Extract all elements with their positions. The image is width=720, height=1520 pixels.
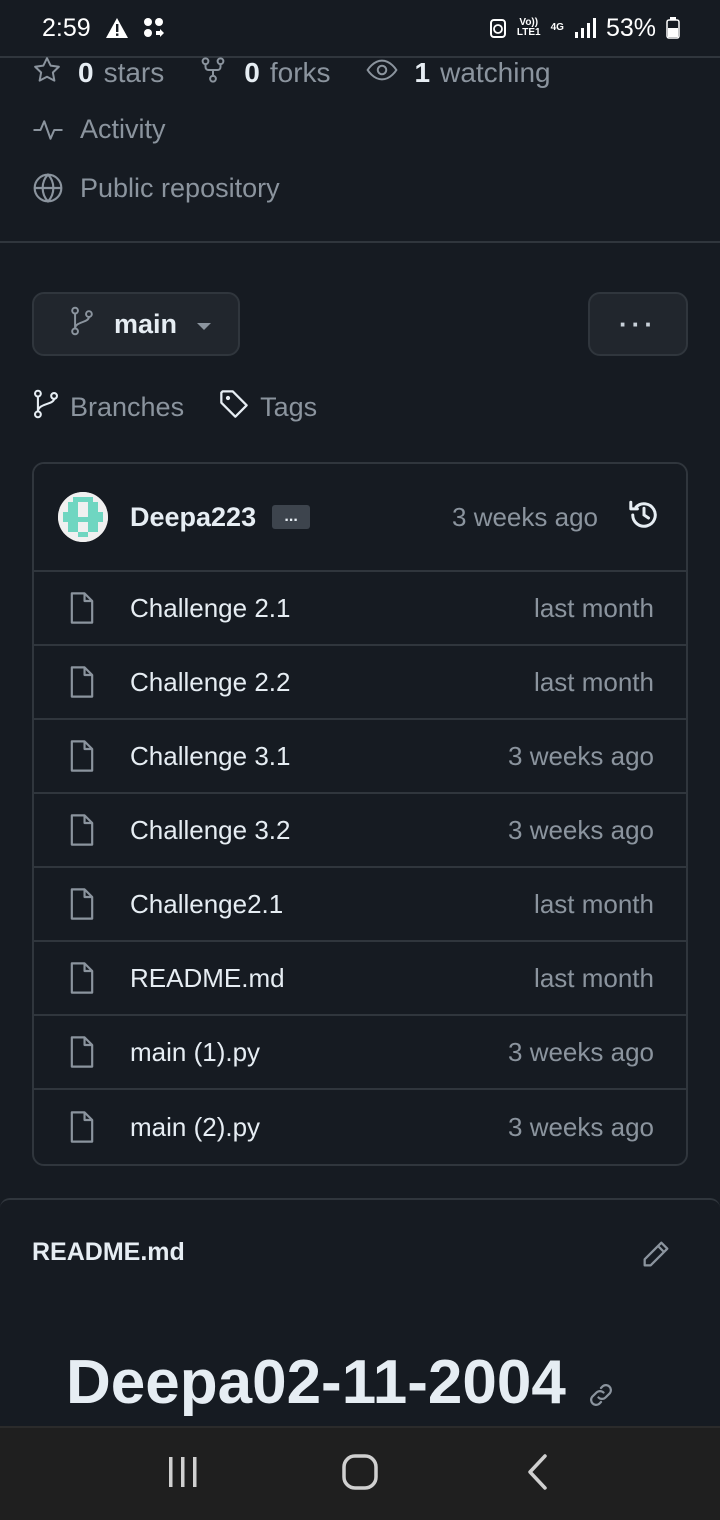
file-name[interactable]: main (1).py: [130, 1037, 260, 1068]
readme-panel: README.md Deepa02-11-2004: [0, 1198, 720, 1426]
branches-label: Branches: [70, 392, 185, 422]
back-icon: [525, 1453, 549, 1496]
pencil-icon[interactable]: [640, 1238, 672, 1275]
file-icon: [68, 813, 96, 847]
file-icon: [68, 961, 96, 995]
file-time: 3 weeks ago: [508, 740, 654, 771]
more-options-button[interactable]: ···: [588, 292, 688, 356]
file-list: Deepa223 ... 3 weeks ago Challenge 2.1 la…: [32, 462, 688, 1166]
recent-apps-button[interactable]: [143, 1434, 223, 1514]
screen: 2:59 Vo)) LTE1 4G 53% 0 stars 0 forks 1 …: [0, 0, 720, 1520]
file-row[interactable]: README.md last month: [34, 942, 686, 1016]
file-row[interactable]: Challenge 2.1 last month: [34, 572, 686, 646]
battery-icon: [666, 17, 680, 39]
watching-label: watching: [440, 57, 551, 88]
current-branch-label: main: [114, 308, 178, 339]
file-row[interactable]: Challenge 2.2 last month: [34, 646, 686, 720]
file-icon: [68, 591, 96, 625]
file-name[interactable]: Challenge 2.2: [130, 667, 290, 698]
commit-time: 3 weeks ago: [452, 501, 598, 532]
warning-icon: [105, 17, 129, 39]
caret-down-icon: [195, 309, 213, 340]
file-name[interactable]: Challenge2.1: [130, 889, 283, 920]
watching-count: 1: [414, 57, 431, 88]
pulse-icon: [32, 115, 64, 145]
activity-label: Activity: [80, 114, 166, 144]
file-time: last month: [534, 888, 654, 919]
forks-label: forks: [269, 57, 331, 88]
activity-link[interactable]: Activity: [32, 114, 166, 145]
watching-link[interactable]: 1 watching: [365, 55, 551, 92]
file-icon: [68, 1035, 96, 1069]
latest-commit: Deepa223 ... 3 weeks ago: [34, 464, 686, 572]
file-name[interactable]: Challenge 3.2: [130, 815, 290, 846]
signal-icon: [574, 18, 596, 38]
app-notification-icon: [143, 17, 165, 39]
network-type-indicator: 4G: [550, 22, 564, 33]
forks-count: 0: [244, 57, 260, 88]
section-divider: [0, 241, 720, 243]
volte-indicator: Vo)) LTE1: [516, 17, 541, 38]
file-row[interactable]: Challenge2.1 last month: [34, 868, 686, 942]
alarm-icon: [489, 17, 507, 39]
file-rows: Challenge 2.1 last month Challenge 2.2 last…: [34, 572, 686, 1164]
avatar[interactable]: [58, 492, 108, 542]
link-icon[interactable]: [586, 1354, 616, 1425]
readme-heading: Deepa02-11-2004: [66, 1340, 616, 1425]
branches-link[interactable]: Branches: [32, 389, 184, 426]
star-icon: [32, 55, 62, 92]
file-name[interactable]: README.md: [130, 963, 285, 994]
visibility-info: Public repository: [32, 172, 280, 204]
visibility-label: Public repository: [80, 172, 280, 203]
file-time: 3 weeks ago: [508, 1111, 654, 1142]
home-icon: [342, 1453, 378, 1495]
file-row[interactable]: Challenge 3.1 3 weeks ago: [34, 720, 686, 794]
file-icon: [68, 665, 96, 699]
file-time: 3 weeks ago: [508, 814, 654, 845]
fork-icon: [198, 55, 228, 92]
eye-icon: [365, 55, 399, 92]
file-row[interactable]: main (1).py 3 weeks ago: [34, 1016, 686, 1090]
file-row[interactable]: main (2).py 3 weeks ago: [34, 1090, 686, 1164]
tag-icon: [218, 388, 250, 427]
file-name[interactable]: Challenge 2.1: [130, 593, 290, 624]
file-name[interactable]: Challenge 3.1: [130, 741, 290, 772]
file-name[interactable]: main (2).py: [130, 1112, 260, 1143]
stars-count: 0: [78, 57, 94, 88]
branch-selector-button[interactable]: main: [32, 292, 240, 356]
history-icon[interactable]: [626, 497, 662, 538]
refs-links: Branches Tags: [32, 388, 351, 427]
battery-percent: 53%: [605, 13, 656, 42]
globe-icon: [32, 172, 64, 204]
file-time: last month: [534, 666, 654, 697]
home-button[interactable]: [320, 1434, 400, 1514]
file-icon: [68, 887, 96, 921]
commit-author[interactable]: Deepa223: [130, 502, 256, 533]
file-icon: [68, 1110, 96, 1144]
status-time: 2:59: [42, 13, 91, 42]
stars-label: stars: [103, 57, 165, 88]
system-nav-bar: [0, 1426, 720, 1520]
git-branch-icon: [68, 306, 96, 343]
tags-label: Tags: [260, 392, 318, 422]
stars-link[interactable]: 0 stars: [32, 55, 164, 92]
more-options-label: ···: [619, 308, 657, 339]
git-branch-icon: [32, 389, 60, 426]
file-time: last month: [534, 592, 654, 623]
file-icon: [68, 739, 96, 773]
tags-link[interactable]: Tags: [218, 388, 317, 427]
recent-apps-icon: [166, 1455, 200, 1494]
forks-link[interactable]: 0 forks: [198, 55, 331, 92]
commit-message-toggle[interactable]: ...: [272, 505, 311, 529]
back-button[interactable]: [497, 1434, 577, 1514]
file-time: 3 weeks ago: [508, 1036, 654, 1067]
file-time: last month: [534, 962, 654, 993]
file-row[interactable]: Challenge 3.2 3 weeks ago: [34, 794, 686, 868]
readme-title: README.md: [32, 1238, 185, 1266]
status-bar: 2:59 Vo)) LTE1 4G 53%: [0, 0, 720, 58]
readme-heading-text: Deepa02-11-2004: [66, 1348, 566, 1417]
